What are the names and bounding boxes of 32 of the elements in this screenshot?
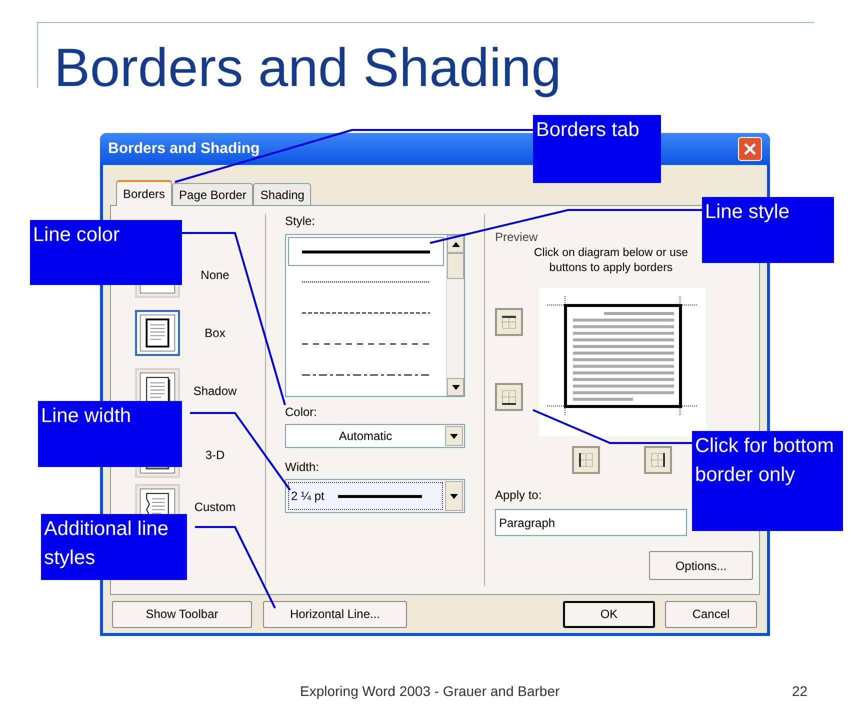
setting-label: 3-D xyxy=(204,447,226,464)
preview-hint: Click on diagram below or use buttons to apply borders xyxy=(532,246,690,276)
width-label: Width: xyxy=(285,460,320,475)
color-label: Color: xyxy=(285,405,318,420)
setting-label: Shadow xyxy=(192,383,238,400)
show-toolbar-button[interactable]: Show Toolbar xyxy=(112,600,252,628)
cancel-button[interactable]: Cancel xyxy=(665,600,757,628)
preview-label: Preview xyxy=(495,230,538,244)
apply-to-field[interactable]: Paragraph xyxy=(495,509,687,536)
apply-to-label: Apply to: xyxy=(495,488,543,503)
ok-button[interactable]: OK xyxy=(563,600,655,628)
options-button[interactable]: Options... xyxy=(649,551,753,580)
callout-tooltip: Line style xyxy=(702,197,834,263)
setting-label: Custom xyxy=(193,499,237,516)
width-dropdown[interactable]: 2 ¼ pt xyxy=(285,479,465,513)
setting-label: None xyxy=(200,267,230,284)
tab[interactable]: Shading xyxy=(253,183,312,205)
slide-title: Borders and Shading xyxy=(54,37,562,100)
callout-tooltip: Click for bottom border only xyxy=(692,431,843,531)
page-number: 22 xyxy=(792,682,808,701)
callout-tooltip: Borders tab xyxy=(533,115,661,183)
style-label: Style: xyxy=(285,214,316,229)
callout-tooltip: Line color xyxy=(30,220,182,285)
setting-label: Box xyxy=(204,325,226,342)
tab[interactable]: Borders xyxy=(116,180,172,206)
callout-tooltip: Line width xyxy=(38,401,182,467)
slide-footer: Exploring Word 2003 - Grauer and Barber xyxy=(300,681,560,702)
window-title: Borders and Shading xyxy=(108,138,260,159)
horizontal-line-button[interactable]: Horizontal Line... xyxy=(263,600,407,628)
callout-tooltip: Additional line styles xyxy=(41,514,187,580)
tab[interactable]: Page Border xyxy=(172,183,254,205)
color-dropdown[interactable]: Automatic xyxy=(285,424,465,448)
